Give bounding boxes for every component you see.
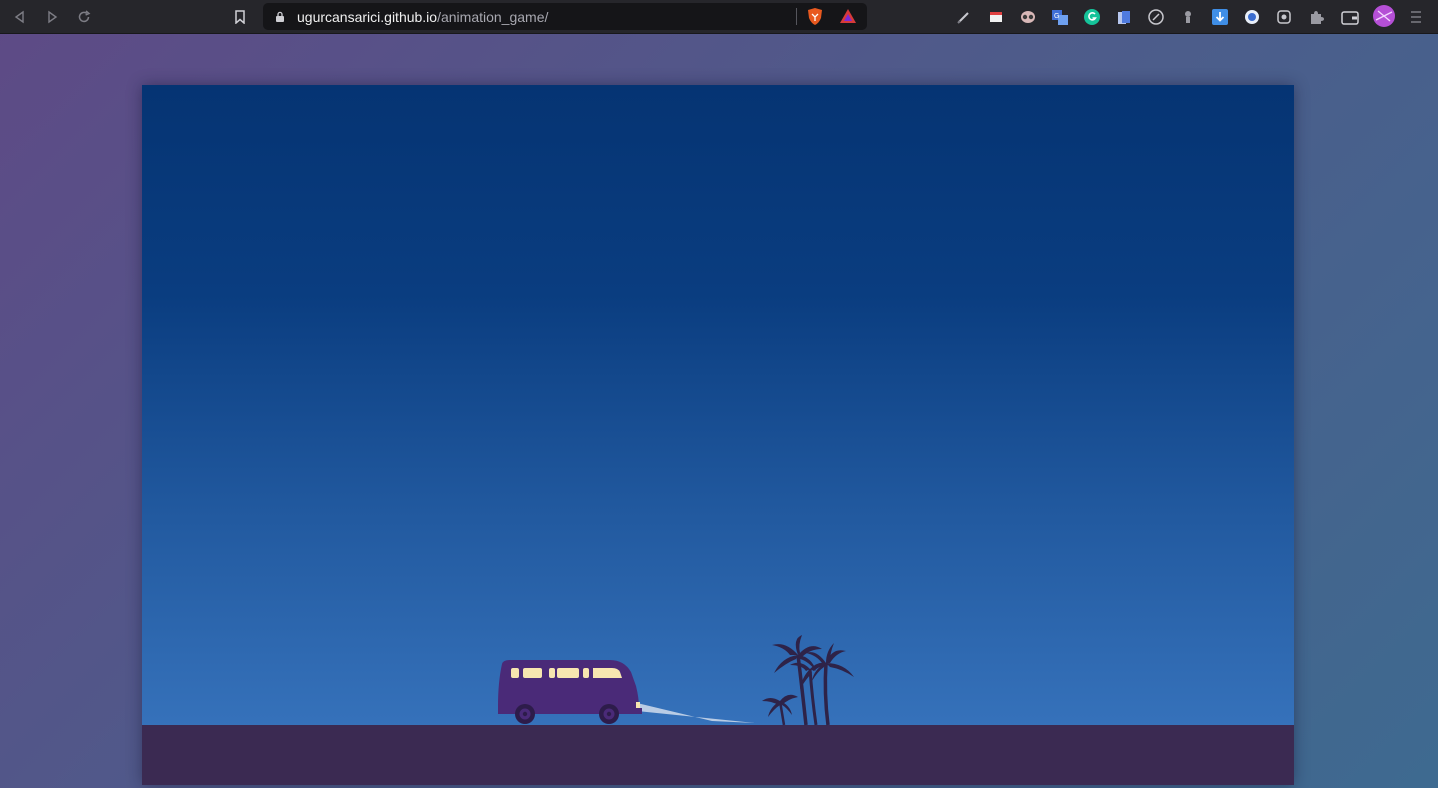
svg-text:G: G [1054,13,1059,20]
menu-button[interactable] [1406,7,1426,27]
forward-button[interactable] [41,6,63,28]
headlight-beam [637,703,755,723]
extensions-button[interactable] [1306,7,1326,27]
back-button[interactable] [9,6,31,28]
brave-shields-icon[interactable] [806,7,824,26]
wallet-button[interactable] [1340,7,1360,27]
camera-extension[interactable] [1274,7,1294,27]
palm-tree-small [762,694,798,726]
circle-extension[interactable] [1242,7,1262,27]
grammarly-extension[interactable] [1082,7,1102,27]
animation-stage[interactable] [142,85,1294,785]
url-divider [796,8,797,25]
download-extension[interactable] [1210,7,1230,27]
compass-icon [1148,9,1164,25]
url-host: ugurcansarici.github.io [297,9,438,25]
reload-icon [78,10,91,23]
bookmark-tabs-icon [1118,10,1130,24]
back-arrow-icon [14,10,24,24]
reload-button[interactable] [73,6,95,28]
puzzle-icon [1311,11,1324,24]
camera-icon [1277,10,1291,24]
pen-extension[interactable] [954,7,974,27]
owl-icon [1021,11,1035,23]
circle-logo-icon [1245,10,1259,24]
url-path: /animation_game/ [437,9,549,25]
forward-arrow-icon [48,10,58,24]
purple-van[interactable] [494,658,646,726]
palm-trees [762,635,854,726]
compass-extension[interactable] [1146,7,1166,27]
note-extension[interactable] [986,7,1006,27]
night-sky [142,85,1294,725]
lamp-icon [1185,11,1191,23]
browser-toolbar: ugurcansarici.github.io/animation_game/ … [0,0,1438,34]
address-bar[interactable]: ugurcansarici.github.io/animation_game/ [263,3,867,30]
note-icon [990,12,1002,22]
tabs-extension[interactable] [1114,7,1134,27]
bookmark-icon [235,10,245,24]
profile-avatar [1373,5,1395,27]
ground [142,725,1294,785]
bookmark-button[interactable] [229,6,251,28]
wallet-icon [1341,10,1359,25]
menu-icon [1411,11,1421,23]
url-text: ugurcansarici.github.io/animation_game/ [297,9,548,25]
profile-button[interactable] [1372,4,1396,28]
pen-icon [957,12,969,24]
lock-icon [276,11,284,22]
lamp-extension[interactable] [1178,7,1198,27]
download-arrow-icon [1212,9,1228,25]
translate-extension[interactable]: G [1050,7,1070,27]
owl-extension[interactable] [1018,7,1038,27]
grammarly-icon [1084,9,1100,25]
brave-rewards-icon[interactable] [839,8,857,24]
translate-icon: G [1052,9,1068,25]
